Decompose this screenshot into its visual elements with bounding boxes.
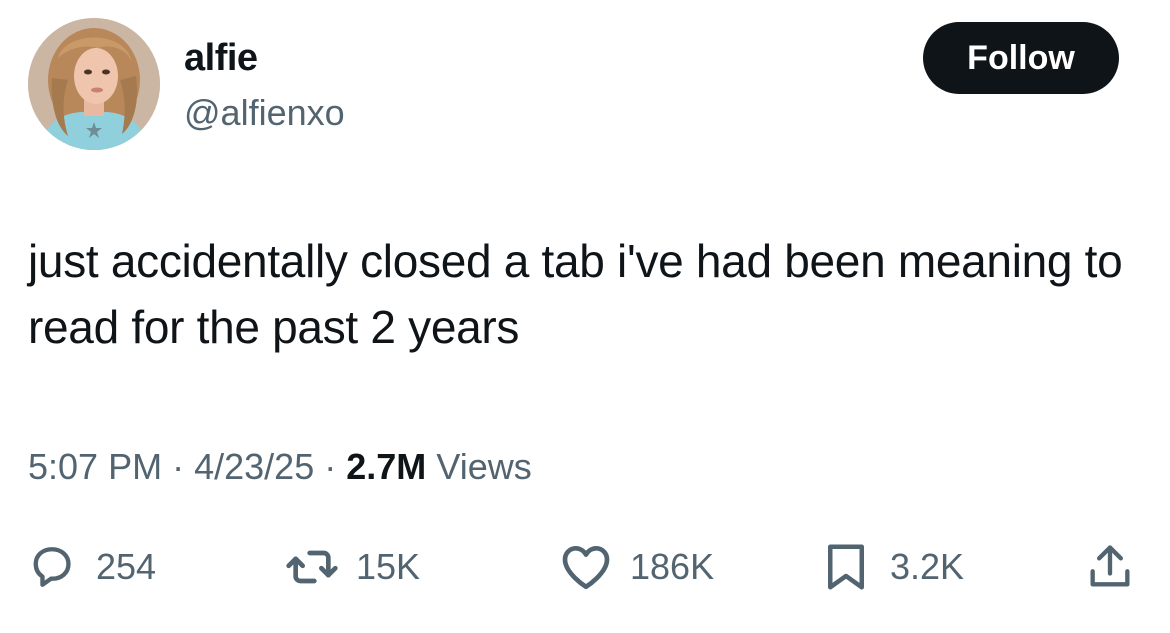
tweet-text: just accidentally closed a tab i've had …	[28, 235, 1123, 353]
follow-button[interactable]: Follow	[923, 22, 1119, 94]
reply-button[interactable]: 254	[22, 532, 156, 602]
like-button[interactable]: 186K	[556, 532, 714, 602]
user-handle[interactable]: @alfienxo	[184, 92, 345, 134]
views-label: Views	[436, 446, 532, 487]
bookmark-icon	[816, 537, 876, 597]
meta-separator: ·	[172, 446, 185, 487]
retweet-icon	[282, 537, 342, 597]
bookmark-count: 3.2K	[890, 546, 965, 587]
tweet-metadata: 5:07 PM · 4/23/25 · 2.7M Views	[28, 444, 532, 490]
views-count: 2.7M	[346, 446, 427, 487]
bookmark-button[interactable]: 3.2K	[816, 532, 964, 602]
profile-photo-icon	[28, 18, 160, 150]
reply-count: 254	[96, 546, 157, 587]
display-name[interactable]: alfie	[184, 36, 258, 80]
retweet-button[interactable]: 15K	[282, 532, 420, 602]
heart-icon	[556, 537, 616, 597]
like-count: 186K	[630, 546, 715, 587]
action-bar: 254 15K 186K 3.2K	[0, 532, 1170, 602]
avatar[interactable]	[28, 18, 160, 150]
tweet-card: alfie @alfienxo Follow just accidentally…	[0, 0, 1170, 633]
reply-icon	[22, 537, 82, 597]
tweet-time[interactable]: 5:07 PM	[28, 446, 162, 487]
retweet-count: 15K	[356, 546, 421, 587]
share-button[interactable]	[1080, 532, 1140, 602]
tweet-date[interactable]: 4/23/25	[194, 446, 314, 487]
meta-separator: ·	[324, 446, 337, 487]
share-icon	[1080, 537, 1140, 597]
